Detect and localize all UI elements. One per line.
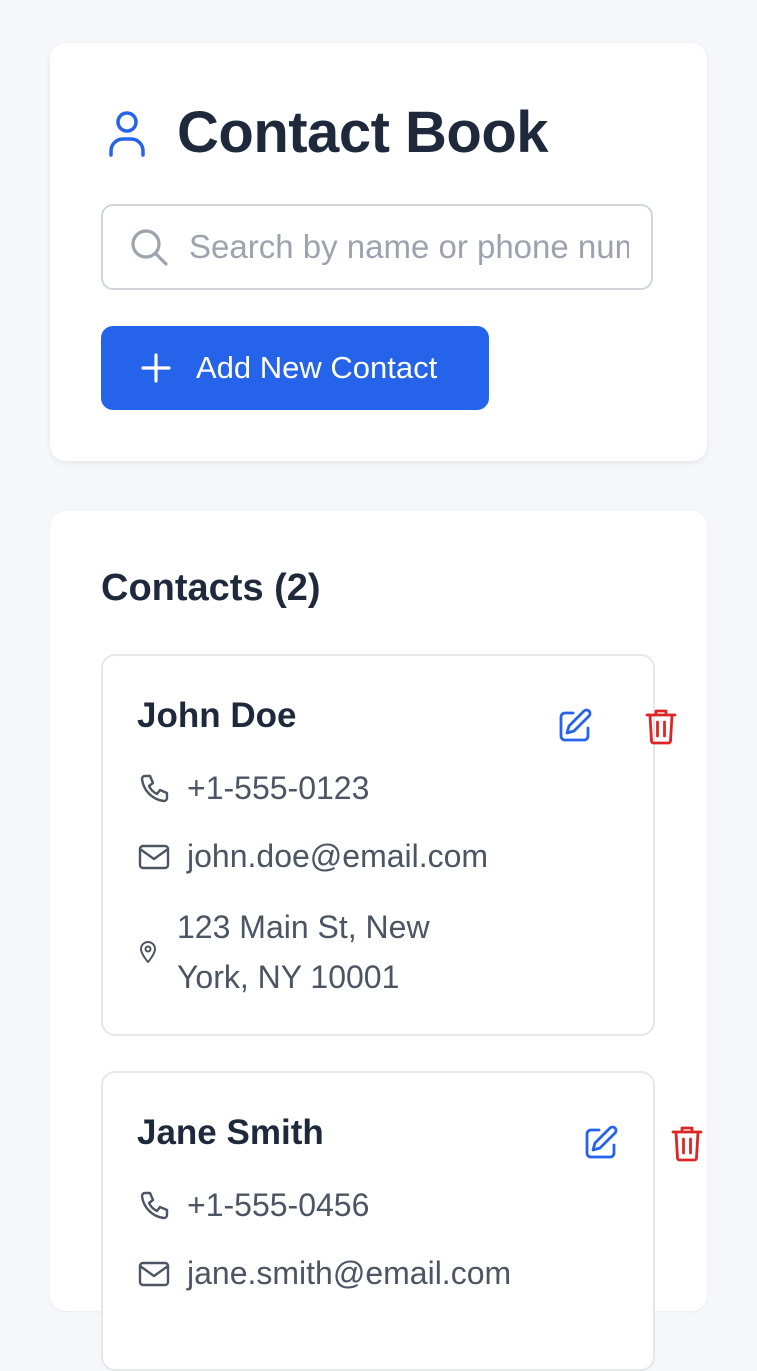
plus-icon [139, 351, 173, 385]
contact-email: john.doe@email.com [137, 838, 488, 875]
trash-icon[interactable] [641, 706, 681, 746]
contact-address: 123 Main St, New York, NY 10001 [137, 902, 467, 1002]
title-row: Contact Book [107, 100, 549, 165]
contact-name: John Doe [137, 696, 297, 735]
page-title: Contact Book [177, 100, 549, 165]
header-card: Contact Book Add New Contact [50, 43, 707, 461]
contact-card: John Doe +1-555-0123 john.doe@email.com … [101, 654, 677, 1036]
mail-icon [137, 1257, 171, 1291]
contact-email-text: jane.smith@email.com [187, 1255, 512, 1291]
add-contact-button[interactable]: Add New Contact [101, 326, 489, 410]
edit-icon[interactable] [581, 1123, 621, 1163]
mail-icon [137, 840, 171, 874]
search-input[interactable] [189, 228, 629, 266]
contacts-card: Contacts (2) John Doe +1-555-0123 john.d… [50, 511, 707, 1371]
contact-name: Jane Smith [137, 1113, 324, 1152]
search-icon [129, 227, 169, 267]
contact-email: jane.smith@email.com [137, 1255, 511, 1292]
contact-address-text: 123 Main St, New York, NY 10001 [177, 909, 430, 995]
user-icon [107, 107, 147, 159]
map-pin-icon [137, 935, 159, 969]
trash-icon[interactable] [667, 1123, 707, 1163]
contact-email-text: john.doe@email.com [187, 838, 489, 874]
contact-phone-text: +1-555-0123 [187, 770, 370, 806]
contact-phone-text: +1-555-0456 [187, 1187, 370, 1223]
edit-icon[interactable] [555, 706, 595, 746]
contact-phone: +1-555-0123 [137, 770, 369, 807]
search-box[interactable] [101, 204, 653, 290]
phone-icon [137, 772, 171, 806]
add-contact-label: Add New Contact [196, 350, 438, 385]
contacts-heading: Contacts (2) [101, 567, 321, 609]
phone-icon [137, 1189, 171, 1223]
contact-phone: +1-555-0456 [137, 1187, 369, 1224]
contact-card: Jane Smith +1-555-0456 jane.smith@email.… [101, 1071, 703, 1371]
